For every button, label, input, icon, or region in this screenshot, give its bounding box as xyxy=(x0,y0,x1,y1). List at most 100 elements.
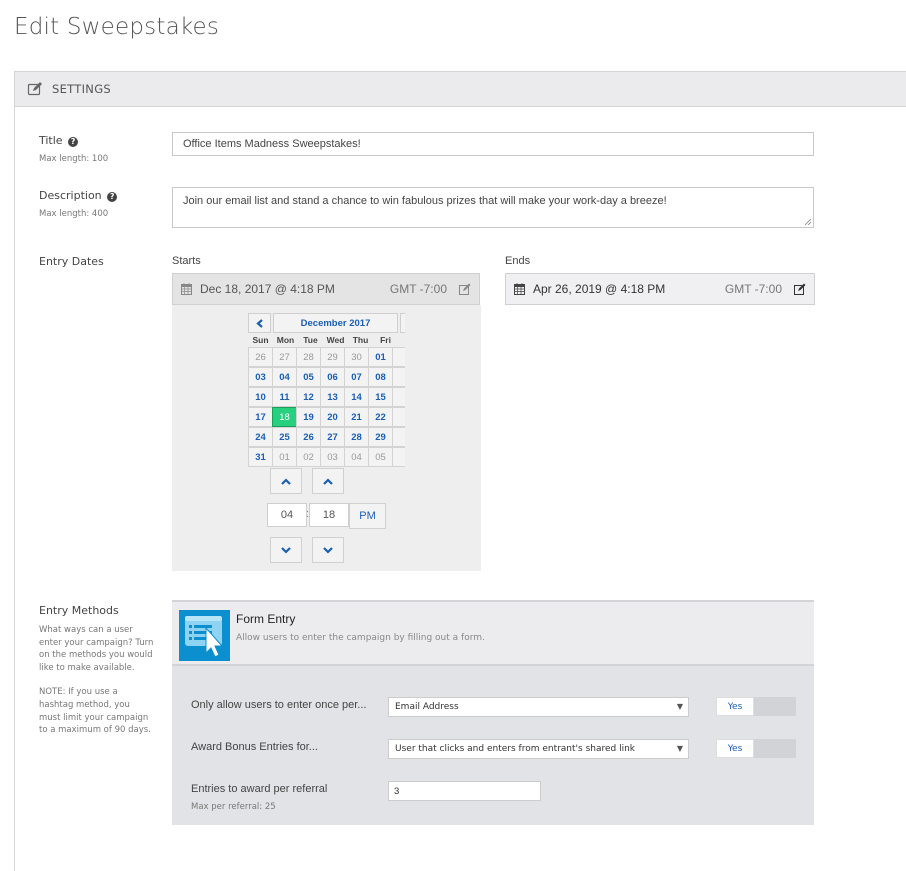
bonus-toggle[interactable]: Yes xyxy=(716,739,796,758)
description-textarea[interactable]: Join our email list and stand a chance t… xyxy=(172,187,814,228)
calendar-day[interactable]: 22 xyxy=(368,407,393,427)
calendar-week: 26 27 28 29 30 01 xyxy=(248,347,405,368)
once-per-select[interactable]: Email Address ▼ xyxy=(388,697,689,717)
weekday-label: Tue xyxy=(303,335,318,345)
calendar-day[interactable]: 07 xyxy=(344,367,369,387)
calendar-day[interactable]: 01 xyxy=(368,347,393,367)
hour-up-button[interactable] xyxy=(270,468,302,494)
settings-header[interactable]: SETTINGS xyxy=(15,71,906,107)
meridiem-toggle[interactable]: PM xyxy=(349,503,386,529)
calendar-day[interactable]: 24 xyxy=(248,427,273,447)
calendar-day[interactable]: 19 xyxy=(296,407,321,427)
calendar-day-saturday-clipped[interactable] xyxy=(392,347,405,367)
edit-icon[interactable] xyxy=(459,283,471,295)
calendar-day[interactable]: 27 xyxy=(272,347,297,367)
form-entry-description: Allow users to enter the campaign by fil… xyxy=(236,633,485,643)
calendar-day-saturday-clipped[interactable] xyxy=(392,387,405,407)
next-month-button[interactable] xyxy=(400,313,405,333)
calendar-day[interactable]: 29 xyxy=(320,347,345,367)
calendar-day[interactable]: 25 xyxy=(272,427,297,447)
calendar-day[interactable]: 27 xyxy=(320,427,345,447)
bonus-toggle-yes: Yes xyxy=(716,739,754,758)
bonus-value: User that clicks and enters from entrant… xyxy=(395,744,636,754)
ends-label: Ends xyxy=(505,255,531,267)
calendar-day[interactable]: 26 xyxy=(296,427,321,447)
calendar-day[interactable]: 28 xyxy=(296,347,321,367)
calendar-day[interactable]: 15 xyxy=(368,387,393,407)
calendar-week: 24 25 26 27 28 29 xyxy=(248,427,405,448)
calendar-day-selected[interactable]: 18 xyxy=(272,407,297,427)
calendar-day[interactable]: 05 xyxy=(296,367,321,387)
per-referral-label: Entries to award per referral xyxy=(191,783,328,795)
once-per-value: Email Address xyxy=(395,702,459,712)
starts-label: Starts xyxy=(172,255,201,267)
month-switch[interactable]: December 2017 xyxy=(273,313,398,333)
calendar-day[interactable]: 10 xyxy=(248,387,273,407)
calendar-day-saturday-clipped[interactable] xyxy=(392,407,405,427)
description-label: Description ? xyxy=(39,189,118,202)
calendar-day[interactable]: 28 xyxy=(344,427,369,447)
calendar-week: 10 11 12 13 14 15 xyxy=(248,387,405,408)
calendar-day[interactable]: 17 xyxy=(248,407,273,427)
calendar-day[interactable]: 21 xyxy=(344,407,369,427)
question-circle-icon[interactable]: ? xyxy=(107,192,118,202)
calendar-icon xyxy=(514,283,525,295)
description-value: Join our email list and stand a chance t… xyxy=(183,195,667,207)
question-circle-icon[interactable]: ? xyxy=(68,137,79,147)
calendar-day[interactable]: 03 xyxy=(248,367,273,387)
weekday-label: Mon xyxy=(276,335,295,345)
calendar-week: 17 18 19 20 21 22 xyxy=(248,407,405,428)
calendar-day[interactable]: 08 xyxy=(368,367,393,387)
minute-input[interactable]: 18 xyxy=(309,503,349,527)
edit-icon xyxy=(27,82,42,96)
ends-date-field[interactable]: Apr 26, 2019 @ 4:18 PM GMT -7:00 xyxy=(505,273,815,305)
bonus-select[interactable]: User that clicks and enters from entrant… xyxy=(388,739,689,759)
entry-methods-help: What ways can a user enter your campaign… xyxy=(39,625,154,673)
calendar-day[interactable]: 01 xyxy=(272,447,297,467)
calendar-day-saturday-clipped[interactable] xyxy=(392,367,405,387)
per-referral-input[interactable]: 3 xyxy=(388,781,541,801)
calendar-day-saturday-clipped[interactable] xyxy=(392,427,405,447)
hour-input[interactable]: 04 xyxy=(267,503,307,527)
calendar-day[interactable]: 06 xyxy=(320,367,345,387)
entry-dates-label: Entry Dates xyxy=(39,255,104,268)
calendar-day[interactable]: 29 xyxy=(368,427,393,447)
once-per-toggle[interactable]: Yes xyxy=(716,697,796,716)
once-per-label: Only allow users to enter once per... xyxy=(191,699,367,711)
calendar-day[interactable]: 26 xyxy=(248,347,273,367)
calendar-day[interactable]: 05 xyxy=(368,447,393,467)
calendar-week: 03 04 05 06 07 08 xyxy=(248,367,405,388)
calendar-day[interactable]: 14 xyxy=(344,387,369,407)
hour-down-button[interactable] xyxy=(270,537,302,563)
calendar-day[interactable]: 12 xyxy=(296,387,321,407)
form-entry-header[interactable]: Form Entry Allow users to enter the camp… xyxy=(172,600,814,666)
weekday-label: Fri xyxy=(380,335,391,345)
chevron-up-icon xyxy=(323,477,333,485)
once-per-toggle-yes: Yes xyxy=(716,697,754,716)
calendar-day[interactable]: 20 xyxy=(320,407,345,427)
prev-month-button[interactable] xyxy=(248,313,271,333)
date-picker: December 2017 Sun Mon Tue Wed Thu Fri 26 27 28 2… xyxy=(172,305,481,571)
minute-up-button[interactable] xyxy=(312,468,344,494)
calendar-day[interactable]: 13 xyxy=(320,387,345,407)
entry-methods-description: What ways can a user enter your campaign… xyxy=(39,624,154,737)
calendar-day[interactable]: 02 xyxy=(296,447,321,467)
weekday-header: Sun Mon Tue Wed Thu Fri xyxy=(248,335,398,345)
ends-timezone: GMT -7:00 xyxy=(724,282,782,296)
starts-date-field[interactable]: Dec 18, 2017 @ 4:18 PM GMT -7:00 xyxy=(172,273,480,305)
calendar-day[interactable]: 03 xyxy=(320,447,345,467)
description-hint: Max length: 400 xyxy=(39,209,109,219)
calendar-icon xyxy=(181,283,192,295)
minute-down-button[interactable] xyxy=(312,537,344,563)
weekday-label: Sun xyxy=(252,335,269,345)
edit-icon[interactable] xyxy=(794,283,806,295)
calendar-day[interactable]: 31 xyxy=(248,447,273,467)
title-input[interactable]: Office Items Madness Sweepstakes! xyxy=(172,132,814,156)
ends-date-value: Apr 26, 2019 @ 4:18 PM xyxy=(533,282,666,296)
calendar-day[interactable]: 04 xyxy=(344,447,369,467)
calendar-day[interactable]: 11 xyxy=(272,387,297,407)
calendar-day[interactable]: 30 xyxy=(344,347,369,367)
calendar-day[interactable]: 04 xyxy=(272,367,297,387)
calendar-day-saturday-clipped[interactable] xyxy=(392,447,405,467)
resize-handle-icon[interactable] xyxy=(805,219,811,225)
